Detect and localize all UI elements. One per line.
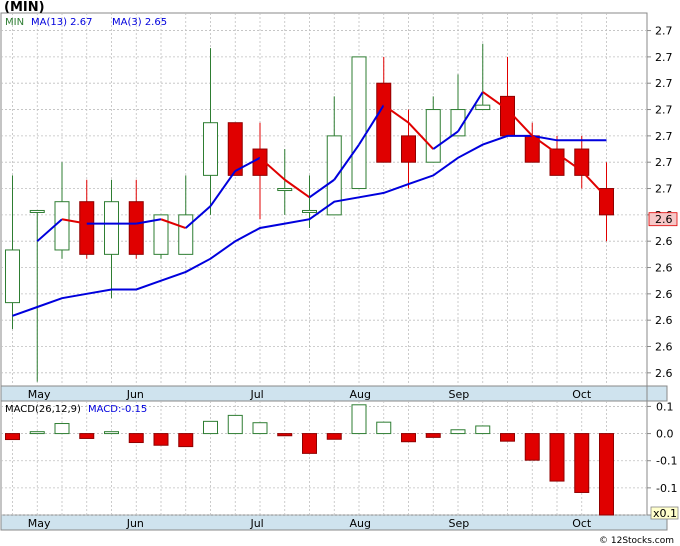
legend-ma13: MA(13) 2.67 [31, 17, 92, 28]
macd-bar [425, 433, 441, 438]
macd-date-axis [0, 514, 668, 531]
price-y-tick-label: 2.6 [655, 288, 673, 301]
macd-bar [351, 404, 367, 435]
macd-bar [203, 420, 218, 435]
legend-min: MIN [5, 17, 24, 28]
price-y-tick-label: 2.7 [655, 183, 673, 196]
macd-x-tick-label: Jul [249, 517, 263, 530]
chart-container: 2.7 2.7 2.7 2.7 2.7 2.7 2.7 2.6 2.6 2.6 2.6 2.6 2.6 2… [0, 0, 680, 546]
macd-bar [227, 414, 243, 435]
candle-body [302, 209, 317, 213]
macd-x-tick-label: Sep [448, 517, 469, 530]
macd-scale-label: x0.1 [653, 507, 677, 520]
chart-title: (MIN) [4, 0, 45, 15]
candle-body [277, 188, 293, 192]
candle-body [326, 135, 342, 216]
macd-x-tick-label: Oct [572, 517, 592, 530]
macd-bar [549, 433, 565, 482]
candle-body [401, 135, 416, 163]
macd-bar [326, 433, 342, 440]
macd-bar [79, 433, 95, 439]
candle-body [475, 104, 491, 111]
price-y-tick-label: 2.7 [655, 130, 673, 143]
macd-x-tick-label: Aug [349, 517, 370, 530]
macd-bar [29, 431, 45, 435]
price-x-tick-label: Sep [448, 388, 469, 401]
price-x-tick-label: Jul [249, 388, 263, 401]
last-price-badge: 2.6 [648, 212, 678, 226]
macd-bar [302, 433, 317, 454]
macd-x-tick-label: Jun [126, 517, 144, 530]
macd-bar [401, 433, 416, 443]
macd-bar [54, 423, 70, 435]
macd-bar [178, 433, 194, 448]
candle-body [79, 201, 95, 255]
price-panel [0, 12, 648, 387]
macd-bar [153, 433, 169, 446]
price-x-tick-label: May [28, 388, 51, 401]
price-y-tick-label: 2.6 [655, 235, 673, 248]
macd-bar [524, 433, 540, 461]
candle-body [54, 201, 70, 251]
legend-macd: MACD(26,12,9) [5, 404, 81, 415]
macd-bar [574, 433, 590, 493]
price-y-tick-label: 2.7 [655, 156, 673, 169]
price-y-tick-label: 2.6 [655, 314, 673, 327]
price-y-tick-label: 2.6 [655, 341, 673, 354]
macd-bar [475, 425, 491, 435]
candle-body [104, 201, 119, 255]
price-y-tick-label: 2.7 [655, 104, 673, 117]
price-x-tick-label: Jun [126, 388, 144, 401]
macd-bar [128, 433, 144, 444]
candle-body [29, 209, 45, 213]
price-x-tick-label: Oct [572, 388, 592, 401]
macd-bar [252, 422, 268, 435]
legend-macd-value: MACD:-0.15 [88, 404, 147, 415]
macd-y-tick-label: 0.0 [656, 428, 674, 441]
price-x-tick-label: Aug [349, 388, 370, 401]
price-y-tick-label: 2.6 [655, 262, 673, 275]
macd-y-tick-label: -0.1 [656, 455, 677, 468]
candle-body [425, 109, 441, 163]
macd-x-tick-label: May [28, 517, 51, 530]
candle-body [128, 201, 144, 255]
price-y-tick-label: 2.7 [655, 51, 673, 64]
macd-bar [376, 421, 392, 435]
candle-body [203, 122, 218, 176]
price-y-tick-label: 2.6 [655, 367, 673, 380]
candle-body [351, 56, 367, 190]
price-y-tick-label: 2.7 [655, 77, 673, 90]
macd-scale-badge: x0.1 [650, 506, 679, 520]
macd-y-tick-label: -0.1 [656, 482, 677, 495]
macd-bar [5, 433, 20, 441]
candle-body [178, 214, 194, 255]
chart-svg: 2.7 2.7 2.7 2.7 2.7 2.7 2.7 2.6 2.6 2.6 2.6 2.6 2.6 2… [0, 0, 680, 546]
legend-ma3: MA(3) 2.65 [112, 17, 167, 28]
candle-body [376, 82, 392, 163]
macd-bar [277, 433, 293, 437]
watermark: © 12Stocks.com [599, 536, 674, 546]
price-date-axis [0, 385, 668, 402]
price-y-tick-label: 2.7 [655, 25, 673, 38]
macd-bar [450, 429, 466, 435]
macd-y-tick-label: 0.1 [656, 400, 674, 413]
last-price-label: 2.6 [655, 213, 673, 226]
macd-bar [104, 431, 119, 435]
macd-bar [500, 433, 515, 442]
macd-legend: MACD(26,12,9) MACD:-0.15 [5, 404, 147, 415]
macd-bar [599, 433, 614, 516]
candle-body [5, 249, 20, 304]
